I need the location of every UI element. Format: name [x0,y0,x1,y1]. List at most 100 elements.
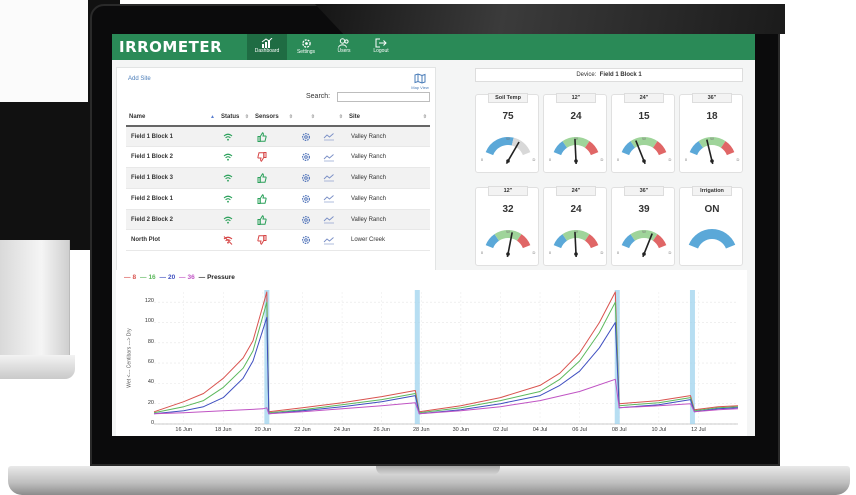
table-row[interactable]: Field 1 Block 2 Valley Ranch [126,146,430,169]
x-tick-label: 22 Jun [294,427,311,433]
nav-dashboard[interactable]: Dashboard [247,34,287,60]
gauge-title: 12" [488,186,528,196]
gauge-card[interactable]: 36" 18 W 0 D [679,93,743,173]
y-tick-label: 80 [147,338,154,345]
column-header-chart[interactable]: ⇳ [318,108,346,127]
wifi-icon [223,174,233,182]
nav-logout[interactable]: Logout [361,34,401,60]
gauge-scale-high: D [737,157,740,162]
site-name-cell[interactable]: Field 1 Block 3 [126,167,218,189]
status-cell [218,229,252,252]
map-view-button[interactable]: Map View [407,73,433,90]
gauge-arc-segment [720,141,735,156]
thumbs-up-icon [257,131,267,142]
nav-settings[interactable]: Settings [286,34,326,60]
gauge-title: 36" [624,186,664,196]
table-row[interactable]: Field 1 Block 1 Valley Ranch [126,126,430,148]
settings-cell[interactable] [296,146,318,169]
chart-cell[interactable] [318,209,346,231]
wifi-off-icon [223,236,233,245]
gauge-arc-segment [652,141,667,156]
nav-users[interactable]: Users [324,34,364,60]
x-tick-label: 20 Jun [254,427,272,433]
table-row[interactable]: North Plot Lower Creek [126,229,430,252]
gauge-card[interactable]: 36" 39 W 0 D [611,186,675,266]
chart-cell[interactable] [318,188,346,210]
gear-icon [301,153,311,162]
gauge-arc-segment [621,234,636,249]
gauge-card[interactable]: 12" 24 W 0 D [543,93,607,173]
gauge-arc-segment [652,234,667,249]
column-header-settings[interactable]: ⇳ [296,108,318,127]
column-header-status[interactable]: Status ⇳ [218,108,252,127]
site-name-cell[interactable]: Field 2 Block 2 [126,209,218,231]
settings-cell[interactable] [296,188,318,210]
sensors-cell [252,167,296,189]
chart-cell[interactable] [318,146,346,169]
settings-cell[interactable] [296,229,318,252]
gauge-title: 36" [692,93,732,103]
column-header-name[interactable]: Name ▲ [126,108,218,127]
column-header-label: Site [349,113,361,120]
gauge-arc-segment [553,234,568,249]
x-tick-label: 08 Jul [611,427,627,433]
gauge-title: 24" [556,186,596,196]
nav-settings-label: Settings [296,49,316,55]
site-name-cell[interactable]: Field 1 Block 1 [126,126,218,148]
status-cell [218,188,252,210]
column-header-site[interactable]: Site ⇳ [346,108,430,127]
gear-icon [301,132,311,141]
series-line-16[interactable] [153,301,739,414]
table-row[interactable]: Field 2 Block 1 Valley Ranch [126,188,430,210]
sites-panel: Add Site Map View Search: Name ▲ Status ⇳ … [116,67,436,296]
laptop-screen: IRROMETER Dashboard Settings Users Logou… [112,34,755,436]
map-icon [414,73,426,84]
status-cell [218,146,252,169]
chart-cell[interactable] [318,167,346,189]
chart-cell[interactable] [318,126,346,148]
gauge-dial: W0 D [549,229,604,258]
device-selector[interactable]: Device: Field 1 Block 1 [475,68,743,82]
gauge-card[interactable]: Irrigation ON [679,186,743,266]
y-tick-label: 60 [147,359,154,366]
x-tick-label: 12 Jul [691,427,706,433]
sensors-cell [252,229,296,252]
table-row[interactable]: Field 2 Block 2 Valley Ranch [126,209,430,231]
site-name-cell[interactable]: North Plot [126,229,218,252]
gauge-value: 15 [638,111,650,122]
chart-cell[interactable] [318,229,346,252]
x-tick-label: 26 Jun [373,427,390,433]
gauge-card[interactable]: 24" 24 W 0 D [543,186,607,266]
gauge-scale-high: D [533,157,536,162]
background-monitor-screen [0,0,88,102]
gauge-arc-segment [562,137,590,148]
x-tick-label: 28 Jun [412,427,430,433]
search-input[interactable] [337,92,430,102]
settings-cell[interactable] [296,126,318,148]
gauge-value: 24 [570,204,582,215]
site-name-cell[interactable]: Field 2 Block 1 [126,188,218,210]
site-name-cell[interactable]: Field 1 Block 2 [126,146,218,169]
gear-icon [301,173,311,182]
gauge-card[interactable]: 24" 15 W 0 D [611,93,675,173]
moisture-chart [153,290,739,425]
series-line-8[interactable] [153,291,739,413]
chart-line-icon [323,216,334,224]
settings-cell[interactable] [296,167,318,189]
gauge-scale-low: 0 [481,157,484,162]
gauge-title: Soil Temp [488,93,528,103]
nav-dashboard-label: Dashboard [254,48,280,54]
gauge-card[interactable]: 12" 32 W 0 D [475,186,539,266]
table-row[interactable]: Field 1 Block 3 Valley Ranch [126,167,430,189]
column-header-sensors[interactable]: Sensors ⇳ [252,108,296,127]
y-tick-label: 20 [147,399,154,406]
gauge-value: 18 [706,111,718,122]
series-line-36[interactable] [153,378,739,415]
gauge-card[interactable]: Soil Temp 75 W 0 D [475,93,539,173]
y-tick-label: 120 [144,298,154,305]
add-site-link[interactable]: Add Site [128,76,151,82]
site-cell: Valley Ranch [346,146,430,169]
series-line-20[interactable] [153,316,739,415]
x-tick-label: 18 Jun [215,427,232,433]
settings-cell[interactable] [296,209,318,231]
